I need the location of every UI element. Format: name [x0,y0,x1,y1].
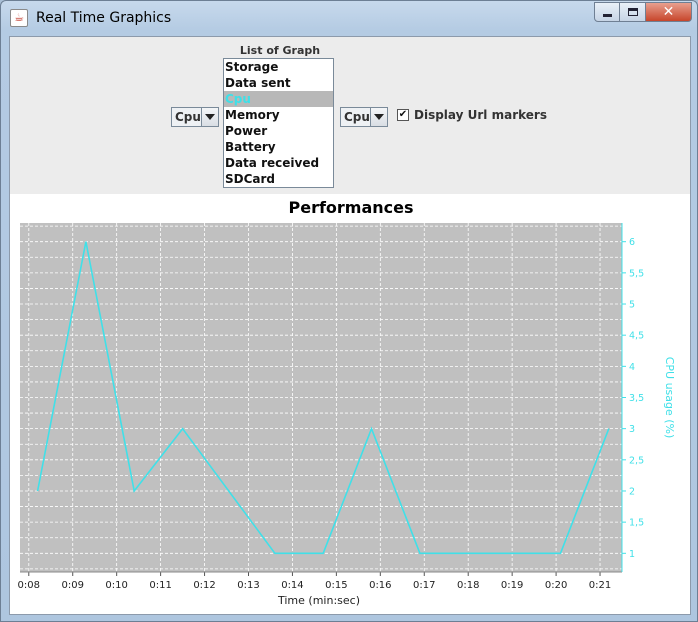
performance-chart: Performances 0:08 0:09 0:10 0:11 0:12 0:13 0:1… [18,198,676,607]
graph-list[interactable]: Storage Data sent Cpu Memory Power Battery Dat… [223,58,334,188]
x-tick-label: 0:10 [105,580,127,591]
y-tick-label: 1 [629,549,635,560]
y-axis-ticks: 1 1,5 2 2,5 3 3,5 4 4,5 5 5,5 6 [622,237,644,560]
title-bar[interactable]: ☕ Real Time Graphics ✕ [1,1,697,35]
y-tick-label: 4 [629,362,635,373]
y-tick-label: 5,5 [629,268,644,279]
graph-list-item[interactable]: Data sent [224,75,333,91]
chart-title: Performances [288,198,413,217]
y-tick-label: 3,5 [629,393,644,404]
y-tick-label: 3 [629,424,635,435]
x-tick-label: 0:09 [61,580,83,591]
display-url-markers-label: Display Url markers [414,108,547,122]
x-tick-label: 0:16 [369,580,391,591]
display-url-markers-toggle[interactable]: ✔ Display Url markers [397,108,547,122]
left-series-combo[interactable]: Cpu [171,107,219,127]
graph-list-item[interactable]: Storage [224,59,333,75]
y-tick-label: 1,5 [629,518,644,529]
y-axis-label: CPU usage (%) [663,357,676,439]
java-cup-icon: ☕ [10,9,28,27]
display-url-markers-checkbox[interactable]: ✔ [397,109,409,121]
x-axis-ticks: 0:08 0:09 0:10 0:11 0:12 0:13 0:14 0:15 0:16 0:17… [18,572,611,591]
x-tick-label: 0:14 [281,580,303,591]
x-tick-label: 0:12 [193,580,215,591]
close-icon: ✕ [662,4,675,20]
right-series-combo[interactable]: Cpu [340,107,388,127]
maximize-button[interactable] [620,2,646,22]
client-area: List of Graph Storage Data sent Cpu Memory P… [9,36,691,615]
x-tick-label: 0:13 [237,580,259,591]
chart-panel: Performances 0:08 0:09 0:10 0:11 0:12 0:13 0:1… [10,194,690,614]
graph-list-item[interactable]: Data received [224,155,333,171]
close-button[interactable]: ✕ [646,2,692,22]
minimize-icon [602,13,612,17]
right-series-combo-value: Cpu [344,110,370,124]
left-series-combo-arrow[interactable] [200,108,218,126]
control-panel: List of Graph Storage Data sent Cpu Memory P… [10,37,690,194]
y-tick-label: 2 [629,486,635,497]
graph-list-item[interactable]: Battery [224,139,333,155]
graph-list-caption: List of Graph [239,44,321,57]
x-tick-label: 0:19 [501,580,523,591]
x-tick-label: 0:15 [325,580,347,591]
application-window: ☕ Real Time Graphics ✕ List of Graph Sto… [0,0,698,622]
x-tick-label: 0:20 [545,580,567,591]
graph-list-item[interactable]: Cpu [224,91,333,107]
y-tick-label: 4,5 [629,331,644,342]
window-controls: ✕ [594,2,692,24]
x-axis-label: Time (min:sec) [277,594,360,607]
maximize-icon [627,8,638,16]
x-tick-label: 0:08 [18,580,40,591]
right-series-combo-arrow[interactable] [369,108,387,126]
chevron-down-icon [204,114,215,120]
graph-list-item[interactable]: SDCard [224,171,333,187]
graph-list-item[interactable]: Power [224,123,333,139]
x-tick-label: 0:21 [589,580,611,591]
left-series-combo-value: Cpu [175,110,201,124]
window-title: Real Time Graphics [36,10,172,26]
y-tick-label: 5 [629,300,635,311]
x-tick-label: 0:17 [413,580,435,591]
graph-list-item[interactable]: Memory [224,107,333,123]
y-tick-label: 2,5 [629,455,644,466]
x-tick-label: 0:11 [149,580,171,591]
y-tick-label: 6 [629,237,635,248]
minimize-button[interactable] [594,2,620,22]
chevron-down-icon [373,114,384,120]
x-tick-label: 0:18 [457,580,479,591]
